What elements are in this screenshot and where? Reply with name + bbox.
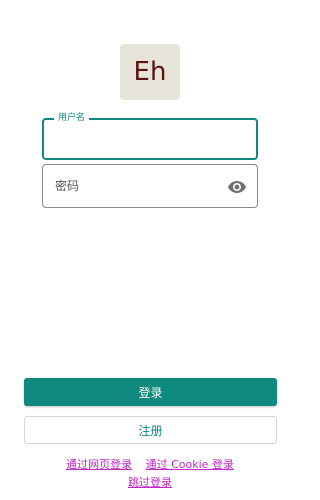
eye-icon[interactable] (227, 177, 247, 197)
register-button[interactable]: 注册 (24, 416, 277, 444)
login-button[interactable]: 登录 (24, 378, 277, 406)
app-logo-text: Eh (133, 57, 167, 87)
login-screen: Eh 用户名 登录 注册 通过网页登录 通过 Cookie 登录 跳过登录 (0, 0, 300, 500)
username-input[interactable] (44, 120, 256, 158)
skip-login-link[interactable]: 跳过登录 (128, 476, 172, 489)
password-field[interactable] (42, 164, 258, 208)
app-logo: Eh (120, 44, 180, 100)
web-login-link[interactable]: 通过网页登录 (66, 458, 132, 471)
alternate-login-links: 通过网页登录 通过 Cookie 登录 (0, 456, 300, 472)
cookie-login-link[interactable]: 通过 Cookie 登录 (146, 458, 234, 471)
username-field[interactable]: 用户名 (42, 112, 258, 160)
password-input[interactable] (43, 165, 257, 207)
skip-login-row: 跳过登录 (0, 474, 300, 490)
